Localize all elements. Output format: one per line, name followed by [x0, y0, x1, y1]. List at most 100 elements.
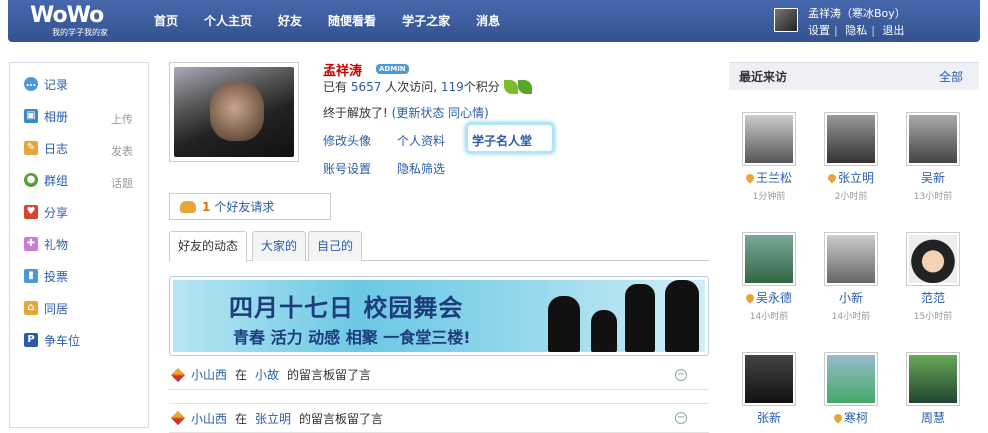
visitor-card[interactable]: 小新 14小时前 [821, 232, 881, 322]
photo-icon: ▣ [24, 109, 38, 123]
pencil-icon [170, 367, 186, 382]
chart-icon: ▮ [24, 269, 38, 283]
user-name[interactable]: 孟祥涛（寒冰Boy） [808, 5, 908, 22]
logout-link[interactable]: 退出 [882, 24, 904, 37]
sidebar-item-record[interactable]: … 记录 [24, 75, 68, 93]
sidebar-item-album[interactable]: ▣ 相册 [24, 107, 68, 125]
nav-browse[interactable]: 随便看看 [328, 12, 376, 29]
nav-home[interactable]: 首页 [154, 12, 178, 29]
friend-request-label: 个好友请求 [214, 200, 275, 214]
sidebar-topic-link[interactable]: 话题 [111, 175, 133, 191]
event-banner[interactable]: 四月十七日 校园舞会 青春 活力 动感 相聚 一食堂三楼! [169, 276, 709, 356]
logo-wordmark: WoWo [30, 3, 104, 28]
status-line: 终于解放了! (更新状态 同心情) [323, 104, 489, 121]
group-icon: ● [24, 173, 38, 187]
visitor-card[interactable]: 张立明 2小时前 [821, 112, 881, 202]
user-area: 孟祥涛（寒冰Boy） 设置 | 隐私 | 退出 [774, 5, 908, 39]
visitor-card[interactable]: 寒柯 [821, 352, 881, 429]
friend-request-box[interactable]: 1 个好友请求 [169, 193, 331, 220]
tab-everyone[interactable]: 大家的 [252, 231, 307, 261]
visit-count: 5657 [350, 80, 382, 94]
recent-visitors-header: 最近来访 全部 [729, 62, 979, 90]
sidebar-publish-link[interactable]: 发表 [111, 143, 133, 159]
sidebar-item-label: 争车位 [44, 333, 81, 348]
location-pin-icon [744, 172, 756, 184]
pencil-icon [170, 410, 186, 426]
profile-photo-frame[interactable] [169, 62, 299, 162]
sidebar-item-cohabit[interactable]: ⌂ 同居 [24, 299, 68, 317]
location-pin-icon [744, 292, 756, 304]
nav-student-home[interactable]: 学子之家 [402, 12, 450, 29]
settings-link[interactable]: 设置 [808, 24, 830, 37]
visitor-card[interactable]: 范范 15小时前 [903, 232, 963, 322]
bubble-icon: … [24, 77, 38, 91]
tab-friends-feed[interactable]: 好友的动态 [169, 231, 248, 262]
logo-tagline: 我的学子我的家 [52, 28, 108, 37]
site-logo[interactable]: WoWo 我的学子我的家 [30, 4, 108, 38]
privacy-link[interactable]: 隐私 [845, 24, 867, 37]
friend-request-count: 1 [202, 199, 211, 214]
points-count: 119 [440, 80, 464, 94]
nav-profile[interactable]: 个人主页 [204, 12, 252, 29]
update-status-link[interactable]: (更新状态 [392, 106, 445, 120]
feed-item: 小山西 在 小故 的留言板留了言 − [169, 360, 709, 390]
feed-user-link[interactable]: 小山西 [191, 410, 227, 427]
visitor-card[interactable]: 吴永德 14小时前 [739, 232, 799, 322]
sidebar-item-label: 同居 [44, 301, 69, 316]
user-avatar[interactable] [774, 8, 798, 32]
house-icon: ⌂ [24, 301, 38, 315]
edit-avatar-link[interactable]: 修改头像 [323, 132, 371, 149]
profile-info-link[interactable]: 个人资料 [397, 132, 445, 149]
sidebar-item-label: 投票 [44, 269, 69, 284]
profile-name[interactable]: 孟祥涛 [323, 60, 362, 79]
admin-badge: ADMIN [376, 64, 409, 74]
location-pin-icon [832, 412, 844, 424]
leaf-icon [517, 80, 532, 94]
visitor-card[interactable]: 周慧 [903, 352, 963, 429]
collapse-icon[interactable]: − [675, 412, 687, 424]
privacy-filter-link[interactable]: 隐私筛选 [397, 160, 445, 177]
sidebar-upload-link[interactable]: 上传 [111, 111, 133, 127]
collapse-icon[interactable]: − [675, 368, 687, 381]
account-settings-link[interactable]: 账号设置 [323, 160, 371, 177]
recent-visitors-title: 最近来访 [739, 70, 788, 84]
feed-item: 小山西 在 张立明 的留言板留了言 − [169, 403, 709, 433]
diary-icon: ✎ [24, 141, 38, 155]
tab-mine[interactable]: 自己的 [308, 231, 363, 261]
sidebar-item-groups[interactable]: ● 群组 [24, 171, 68, 189]
hall-of-fame-link[interactable]: 学子名人堂 [472, 132, 532, 149]
sidebar-item-parking[interactable]: P 争车位 [24, 331, 80, 349]
visitor-card[interactable]: 张新 [739, 352, 799, 429]
visitor-card[interactable]: 王兰松 1分钟前 [739, 112, 799, 202]
sidebar-item-gifts[interactable]: ✚ 礼物 [24, 235, 68, 253]
feed-target-link[interactable]: 小故 [255, 366, 279, 383]
sidebar-item-label: 日志 [44, 141, 69, 156]
sidebar-item-label: 礼物 [44, 237, 69, 252]
feed-tabs: 好友的动态 大家的 自己的 [169, 231, 709, 262]
all-visitors-link[interactable]: 全部 [939, 68, 963, 85]
sympathy-link[interactable]: 同心情) [448, 106, 489, 120]
sidebar-item-label: 群组 [44, 173, 69, 188]
feed-target-link[interactable]: 张立明 [255, 410, 291, 427]
status-text: 终于解放了! [323, 106, 388, 120]
profile-photo [174, 67, 294, 157]
sidebar-item-label: 相册 [44, 109, 69, 124]
sidebar-item-label: 记录 [44, 77, 69, 92]
nav-messages[interactable]: 消息 [476, 12, 500, 29]
feed-user-link[interactable]: 小山西 [191, 366, 227, 383]
sidebar-item-vote[interactable]: ▮ 投票 [24, 267, 68, 285]
leaf-icon [503, 80, 518, 94]
banner-subtitle: 青春 活力 动感 相聚 一食堂三楼! [233, 328, 471, 347]
profile-stats: 已有 5657 人次访问, 119个积分 [323, 78, 532, 95]
location-pin-icon [826, 172, 838, 184]
parking-icon: P [24, 333, 38, 347]
visitor-card[interactable]: 吴新 13小时前 [903, 112, 963, 202]
top-nav-bar: WoWo 我的学子我的家 首页 个人主页 好友 随便看看 学子之家 消息 孟祥涛… [8, 0, 980, 42]
sidebar-item-label: 分享 [44, 205, 69, 220]
nav-friends[interactable]: 好友 [278, 12, 302, 29]
handshake-icon [180, 200, 196, 213]
sidebar-item-share[interactable]: ♥ 分享 [24, 203, 68, 221]
sidebar-item-diary[interactable]: ✎ 日志 [24, 139, 68, 157]
gift-icon: ✚ [24, 237, 38, 251]
main-nav: 首页 个人主页 好友 随便看看 学子之家 消息 [154, 12, 526, 29]
